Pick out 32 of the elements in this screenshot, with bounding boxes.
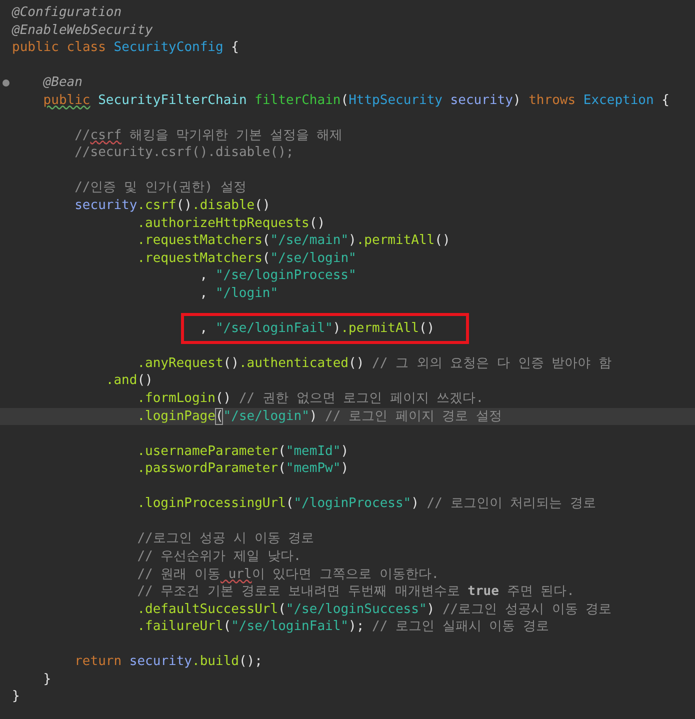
code-line: .anyRequest().authenticated() // 그 외의 요청은 다 인증 받아야 함 — [137, 354, 612, 372]
code-line: , "/login" — [200, 284, 278, 302]
code-line: // 우선순위가 제일 낮다. — [137, 548, 302, 566]
code-line: @Bean — [43, 74, 82, 92]
code-line: .loginPage("/se/login") // 로그인 페이지 경로 설정 — [137, 408, 502, 426]
code-line: // 무조건 기본 경로로 보내려면 두번째 매개변수로 true 주면 된다. — [137, 583, 574, 601]
code-line: @EnableWebSecurity — [12, 22, 153, 40]
code-line: public class SecurityConfig { — [12, 39, 239, 57]
code-line: } — [43, 670, 52, 688]
code-line: @Configuration — [12, 4, 122, 22]
code-line: .and() — [106, 372, 153, 390]
code-line: .usernameParameter("memId") — [137, 442, 349, 460]
code-line: .failureUrl("/se/loginFail"); // 로그인 실패시 이동 경로 — [137, 618, 549, 636]
code-line: .passwordParameter("memPw") — [137, 460, 349, 478]
code-line: } — [12, 688, 20, 706]
code-line: // 원래 이동 url이 있다면 그쪽으로 이동한다. — [137, 566, 440, 584]
code-line: //csrf 해킹을 막기위한 기본 설정을 해제 — [74, 126, 343, 144]
code-line: .loginProcessingUrl("/loginProcess") // 로그인이 처리되는 경로 — [137, 495, 596, 513]
code-line: public SecurityFilterChain filterChain(HttpSecurity security) throws Exception { — [43, 92, 670, 110]
code-line: security.csrf().disable() — [74, 197, 270, 215]
code-line: .requestMatchers("/se/login" — [137, 250, 356, 268]
gutter-dot-icon[interactable] — [2, 78, 10, 87]
code-line: //인증 및 인가(권한) 설정 — [74, 179, 246, 198]
code-line: //로그인 성공 시 이동 경로 — [137, 530, 314, 548]
code-line: .requestMatchers("/se/main").permitAll() — [137, 232, 450, 250]
code-line: .defaultSuccessUrl("/se/loginSuccess") //로그인 성공시 이동 경로 — [137, 600, 612, 618]
code-line: .authorizeHttpRequests() — [137, 214, 326, 232]
code-line: .formLogin() // 권한 없으면 로그인 페이지 쓰겠다. — [137, 390, 484, 408]
code-line: return security.build(); — [74, 653, 262, 671]
code-line: //security.csrf().disable(); — [74, 144, 294, 162]
code-line: , "/se/loginFail").permitAll() — [200, 320, 435, 338]
code-line: , "/se/loginProcess" — [200, 267, 356, 285]
